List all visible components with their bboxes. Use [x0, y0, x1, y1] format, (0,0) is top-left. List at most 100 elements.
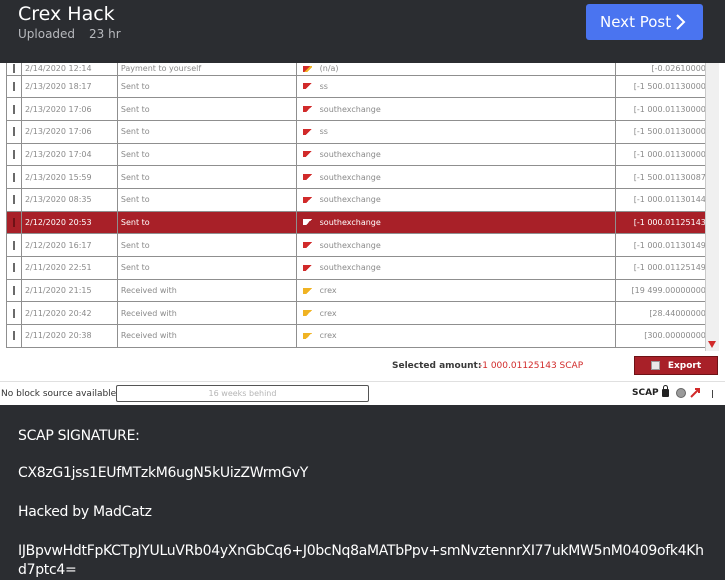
amount-cell: [-1 000.01125149] — [615, 256, 713, 280]
confirmed-icon — [12, 308, 15, 318]
signature-heading: SCAP SIGNATURE: — [18, 428, 140, 444]
transaction-row[interactable]: 2/13/2020 15:59 Sent to southexchange [-1 5… — [6, 165, 713, 189]
transaction-row[interactable]: 2/11/2020 22:51 Sent to southexchange [-1 0… — [6, 256, 713, 280]
confirmed-icon — [12, 217, 15, 227]
received-icon — [302, 287, 312, 294]
date-cell: 2/14/2020 12:14 — [20, 63, 118, 76]
export-icon — [650, 361, 660, 370]
transaction-row[interactable]: 2/13/2020 17:04 Sent to southexchange [-1 0… — [6, 142, 713, 167]
type-cell: Sent to — [116, 142, 297, 167]
address-cell: crex — [295, 324, 617, 348]
lock-icon — [662, 385, 669, 397]
date-cell: 2/13/2020 15:59 — [20, 165, 118, 189]
status-cell — [6, 165, 22, 189]
type-cell: Sent to — [116, 233, 297, 257]
amount-cell: [300.00000000] — [615, 324, 713, 348]
status-cell — [6, 301, 22, 326]
address-label: (n/a) — [319, 64, 339, 74]
transaction-row[interactable]: 2/13/2020 17:06 Sent to southexchange [-1 0… — [6, 97, 713, 121]
date-cell: 2/13/2020 08:35 — [20, 187, 118, 212]
scroll-down-arrow-icon[interactable] — [708, 341, 716, 348]
confirmed-icon — [12, 263, 15, 273]
status-cell — [6, 74, 22, 99]
amount-cell: [-1 000.01130000] — [615, 142, 713, 167]
received-icon — [302, 332, 312, 339]
transaction-row[interactable]: 2/11/2020 20:42 Received with crex [28.4400… — [6, 301, 713, 326]
date-cell: 2/13/2020 17:06 — [20, 119, 118, 144]
transaction-row[interactable]: 2/13/2020 18:17 Sent to ss [-1 500.01130000… — [6, 74, 713, 99]
amount-cell: [-1 500.01130000] — [615, 74, 713, 99]
address-cell: (n/a) — [295, 63, 617, 76]
sent-icon — [302, 106, 312, 113]
address-cell: crex — [295, 301, 617, 326]
date-cell: 2/11/2020 22:51 — [20, 256, 118, 280]
amount-cell: [-1 000.01130000] — [615, 97, 713, 121]
type-cell: Sent to — [116, 119, 297, 144]
address-cell: southexchange — [295, 256, 617, 280]
status-cell — [6, 324, 22, 348]
type-cell: Sent to — [116, 97, 297, 121]
transaction-row[interactable]: 2/12/2020 16:17 Sent to southexchange [-1 0… — [6, 233, 713, 257]
date-cell: 2/11/2020 20:38 — [20, 324, 118, 348]
confirmed-icon — [12, 331, 15, 341]
sent-icon — [302, 264, 312, 271]
type-cell: Sent to — [116, 210, 297, 235]
confirmed-icon — [12, 81, 15, 91]
confirmed-icon — [12, 149, 15, 159]
date-cell: 2/13/2020 18:17 — [20, 74, 118, 99]
sent-icon — [302, 151, 312, 158]
status-cell — [6, 210, 22, 235]
address-cell: southexchange — [295, 210, 617, 235]
address-label: southexchange — [319, 195, 381, 205]
type-cell: Received with — [116, 301, 297, 326]
transaction-row[interactable]: 2/13/2020 08:35 Sent to southexchange [-1 0… — [6, 187, 713, 212]
date-cell: 2/11/2020 20:42 — [20, 301, 118, 326]
type-cell: Received with — [116, 278, 297, 303]
status-cell — [6, 256, 22, 280]
address-cell: ss — [295, 119, 617, 144]
signed-message: Hacked by MadCatz — [18, 504, 152, 520]
status-cell — [6, 63, 22, 76]
address-label: ss — [319, 81, 328, 91]
status-cell — [6, 119, 22, 144]
export-button[interactable]: Export — [634, 356, 718, 375]
amount-cell: [-1 000.01125143] — [615, 210, 713, 235]
next-post-label: Next Post — [600, 13, 672, 31]
signature-address: CX8zG1jss1EUfMTzkM6ugN5kUizZWrmGvY — [18, 465, 309, 481]
sent-icon — [302, 174, 312, 181]
transaction-row[interactable]: 2/11/2020 21:15 Received with crex [19 499.… — [6, 278, 713, 303]
self-payment-icon — [302, 65, 312, 72]
next-post-button[interactable]: Next Post — [586, 4, 703, 40]
unit-label[interactable]: SCAP — [632, 388, 659, 398]
transactions-table: 2/14/2020 12:14 Payment to yourself (n/a) [… — [6, 63, 713, 348]
table-scrollbar[interactable] — [705, 63, 719, 351]
amount-cell: [-1 500.01130087] — [615, 165, 713, 189]
address-label: southexchange — [319, 263, 381, 273]
received-icon — [302, 310, 312, 317]
upload-status: Uploaded — [18, 27, 76, 41]
transaction-row[interactable]: 2/11/2020 20:38 Received with crex [300.000… — [6, 324, 713, 348]
transaction-row[interactable]: 2/12/2020 20:53 Sent to southexchange [-1 0… — [6, 210, 713, 235]
confirmed-icon — [12, 104, 15, 114]
confirmed-icon — [12, 240, 15, 250]
sent-icon — [302, 128, 312, 135]
sent-icon — [302, 242, 312, 249]
export-label: Export — [667, 360, 702, 371]
status-cell — [6, 278, 22, 303]
transaction-row[interactable]: 2/13/2020 17:06 Sent to ss [-1 500.01130000… — [6, 119, 713, 144]
amount-cell: [19 499.00000000] — [615, 278, 713, 303]
address-cell: southexchange — [295, 187, 617, 212]
transaction-row[interactable]: 2/14/2020 12:14 Payment to yourself (n/a) [… — [6, 63, 713, 76]
date-cell: 2/13/2020 17:04 — [20, 142, 118, 167]
type-cell: Payment to yourself — [116, 63, 297, 76]
amount-cell: [-1 500.01130000] — [615, 119, 713, 144]
address-label: southexchange — [319, 172, 381, 182]
status-cell — [6, 233, 22, 257]
confirmed-icon — [12, 172, 15, 182]
date-cell: 2/12/2020 20:53 — [20, 210, 118, 235]
type-cell: Sent to — [116, 187, 297, 212]
address-cell: southexchange — [295, 165, 617, 189]
sent-icon — [302, 83, 312, 90]
status-separator — [712, 390, 718, 398]
amount-cell: [-1 000.01130144] — [615, 187, 713, 212]
